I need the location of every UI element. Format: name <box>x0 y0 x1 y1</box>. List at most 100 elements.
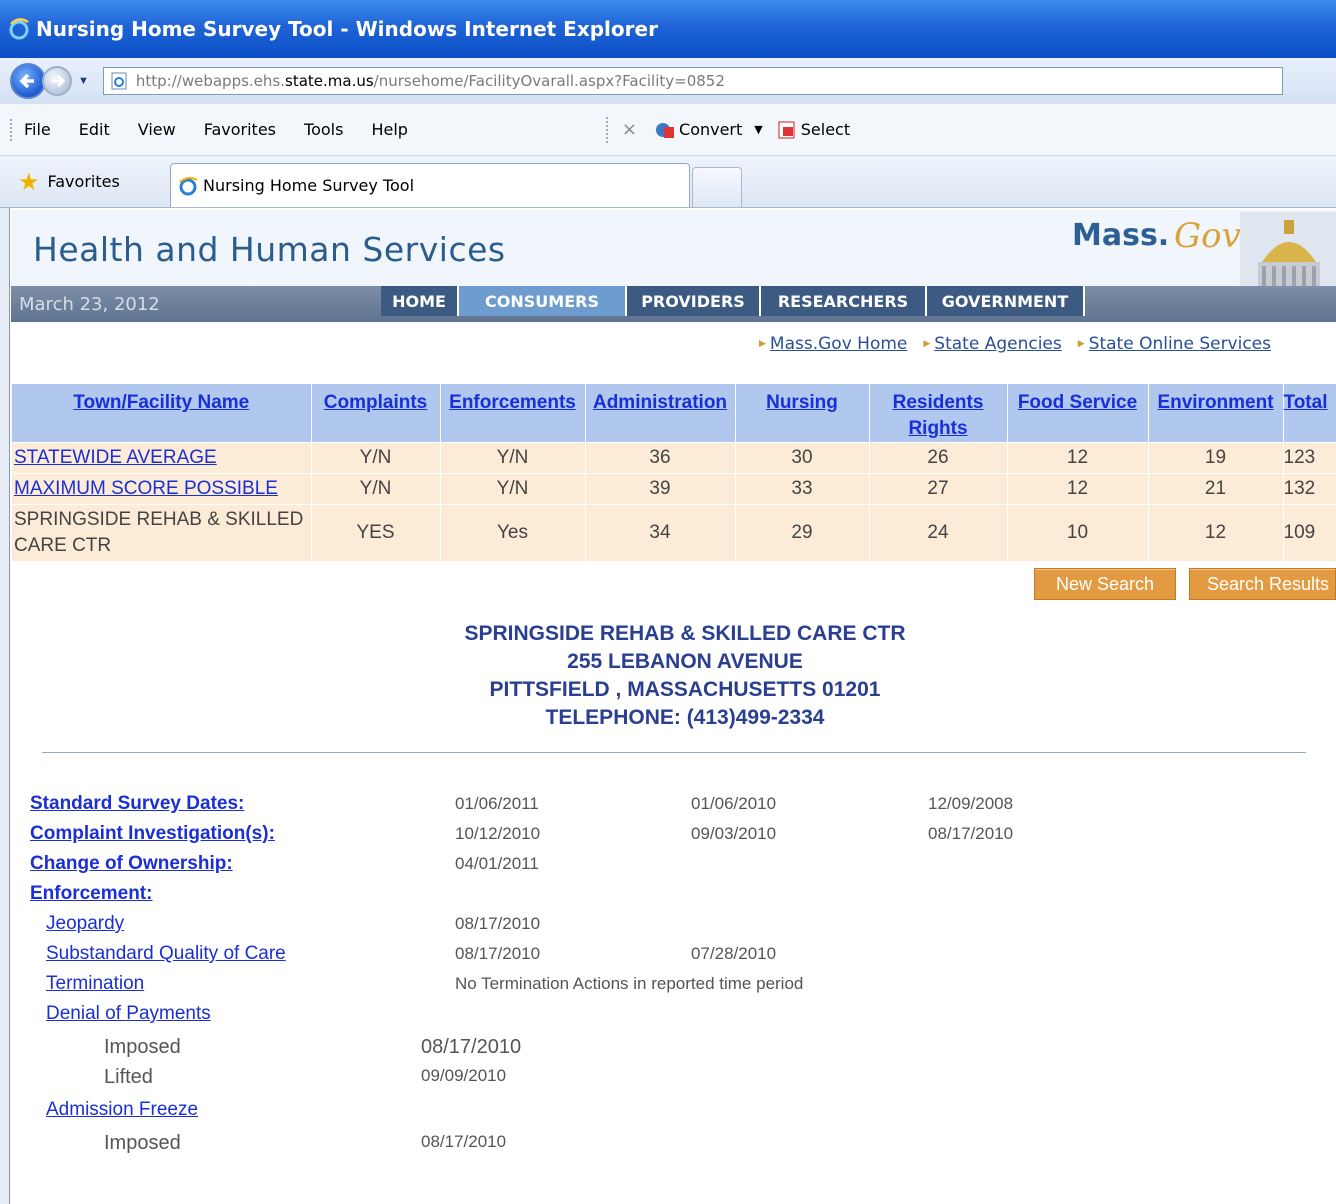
freeze-imposed-date: 08/17/2010 <box>421 1132 507 1151</box>
page-icon <box>111 72 127 90</box>
history-dropdown-icon[interactable]: ▼ <box>78 75 89 87</box>
menu-tools[interactable]: Tools <box>304 120 343 139</box>
nav-home[interactable]: HOME <box>381 286 459 316</box>
nav-providers[interactable]: PROVIDERS <box>627 286 761 316</box>
ie-logo-icon <box>179 176 198 195</box>
termination-text: No Termination Actions in reported time … <box>455 974 804 993</box>
change-of-ownership-link[interactable]: Change of Ownership: <box>30 853 233 875</box>
convert-label: Convert <box>679 120 743 139</box>
menu-favorites[interactable]: Favorites <box>204 120 276 139</box>
col-header-enforcements[interactable]: Enforcements <box>440 384 586 443</box>
substandard-care-link[interactable]: Substandard Quality of Care <box>46 943 286 965</box>
url-field[interactable]: http://webapps.ehs. state.ma.us/nursehome… <box>102 67 1283 95</box>
address-bar: ▼ http://webapps.ehs. state.ma.us/nurseho… <box>0 58 1336 104</box>
massgov-logo[interactable]: Mass. Gov <box>1072 212 1336 286</box>
link-state-agencies[interactable]: State Agencies <box>923 334 1061 358</box>
link-state-online-services[interactable]: State Online Services <box>1078 334 1271 358</box>
nursing-cell: 33 <box>735 473 870 505</box>
nursing-cell: 29 <box>735 504 870 561</box>
statewide-average-link[interactable]: STATEWIDE AVERAGE <box>14 447 217 468</box>
jeopardy-link[interactable]: Jeopardy <box>46 913 124 935</box>
back-button[interactable] <box>10 63 46 99</box>
menu-edit[interactable]: Edit <box>79 120 110 139</box>
table-row: STATEWIDE AVERAGE Y/N Y/N 36 30 26 12 19… <box>12 442 1336 474</box>
enforcements-cell: Yes <box>440 504 586 561</box>
maximum-score-link[interactable]: MAXIMUM SCORE POSSIBLE <box>14 478 278 499</box>
residents-rights-cell: 26 <box>869 442 1008 474</box>
col-header-environment[interactable]: Environment <box>1148 384 1284 443</box>
enforcements-cell: Y/N <box>440 473 586 505</box>
col-header-facility[interactable]: Town/Facility Name <box>12 384 312 443</box>
facility-cell: MAXIMUM SCORE POSSIBLE <box>12 473 312 505</box>
nav-government[interactable]: GOVERNMENT <box>927 286 1085 316</box>
favorites-button[interactable]: ★ Favorites <box>0 159 170 205</box>
admission-freeze-link[interactable]: Admission Freeze <box>46 1099 198 1121</box>
table-header-row: Town/Facility Name Complaints Enforcemen… <box>12 384 1336 443</box>
nav-consumers[interactable]: CONSUMERS <box>459 286 627 316</box>
imposed-label: Imposed <box>104 1036 181 1058</box>
facility-header: SPRINGSIDE REHAB & SKILLED CARE CTR 255 … <box>11 620 1336 732</box>
menu-bar: File Edit View Favorites Tools Help × Co… <box>0 104 1336 156</box>
ie-logo-icon <box>9 18 29 40</box>
environment-cell: 12 <box>1148 504 1284 561</box>
site-nav: March 23, 2012 HOME CONSUMERS PROVIDERS … <box>11 286 1336 322</box>
nursing-cell: 30 <box>735 442 870 474</box>
favorites-bar: ★ Favorites Nursing Home Survey Tool <box>0 156 1336 208</box>
col-header-administration[interactable]: Administration <box>585 384 736 443</box>
new-tab-button[interactable] <box>692 167 742 207</box>
food-service-cell: 12 <box>1007 442 1149 474</box>
imposed-label: Imposed <box>104 1132 181 1154</box>
window-title: Nursing Home Survey Tool - Windows Inter… <box>36 17 658 41</box>
col-header-residents-rights[interactable]: Residents Rights <box>869 384 1008 443</box>
forward-button[interactable] <box>42 66 72 96</box>
section-divider <box>42 752 1306 753</box>
select-pdf-icon <box>778 121 795 138</box>
menu-help[interactable]: Help <box>371 120 407 139</box>
total-cell: 109 <box>1283 504 1336 561</box>
environment-cell: 19 <box>1148 442 1284 474</box>
total-cell: 123 <box>1283 442 1336 474</box>
col-header-total[interactable]: Total <box>1283 384 1336 443</box>
complaints-cell: Y/N <box>311 442 441 474</box>
convert-button[interactable]: Convert <box>655 120 742 139</box>
substandard-date: 07/28/2010 <box>691 944 777 963</box>
select-label: Select <box>800 120 851 139</box>
nav-researchers[interactable]: RESEARCHERS <box>761 286 927 316</box>
link-massgov-home[interactable]: Mass.Gov Home <box>759 334 907 358</box>
facility-name: SPRINGSIDE REHAB & SKILLED CARE CTR <box>464 622 906 645</box>
substandard-date: 08/17/2010 <box>455 944 541 963</box>
search-results-button[interactable]: Search Results <box>1189 568 1336 600</box>
complaint-date: 08/17/2010 <box>928 824 1014 843</box>
new-search-button[interactable]: New Search <box>1034 568 1176 600</box>
current-date: March 23, 2012 <box>19 294 160 315</box>
browser-tab[interactable]: Nursing Home Survey Tool <box>170 163 690 207</box>
survey-date: 01/06/2011 <box>455 794 539 813</box>
select-button[interactable]: Select <box>777 120 850 139</box>
standard-survey-link[interactable]: Standard Survey Dates: <box>30 793 244 815</box>
menu-file[interactable]: File <box>24 120 51 139</box>
logo-gov-text: Gov <box>1174 216 1241 256</box>
complaint-date: 09/03/2010 <box>691 824 777 843</box>
menu-view[interactable]: View <box>138 120 176 139</box>
table-row: SPRINGSIDE REHAB & SKILLED CARE CTR YES … <box>12 504 1336 561</box>
total-cell: 132 <box>1283 473 1336 505</box>
favorites-label: Favorites <box>47 172 120 191</box>
toolbar-grip <box>10 118 12 141</box>
residents-rights-cell: 27 <box>869 473 1008 505</box>
facility-city: PITTSFIELD , MASSACHUSETTS 01201 <box>489 678 881 701</box>
enforcement-link[interactable]: Enforcement: <box>30 883 152 905</box>
close-icon[interactable]: × <box>622 119 637 140</box>
termination-link[interactable]: Termination <box>46 973 144 995</box>
complaint-investigation-link[interactable]: Complaint Investigation(s): <box>30 823 275 845</box>
col-header-food-service[interactable]: Food Service <box>1007 384 1149 443</box>
denial-lifted-date: 09/09/2010 <box>421 1066 507 1085</box>
col-header-nursing[interactable]: Nursing <box>735 384 870 443</box>
col-header-complaints[interactable]: Complaints <box>311 384 441 443</box>
site-banner: Health and Human Services Mass. Gov <box>11 210 1336 286</box>
denial-of-payments-link[interactable]: Denial of Payments <box>46 1003 211 1025</box>
url-suffix: /nursehome/FacilityOvarall.aspx?Facility… <box>373 72 725 90</box>
url-host: state.ma.us <box>285 72 374 90</box>
quick-links: Mass.Gov Home State Agencies State Onlin… <box>743 334 1336 358</box>
convert-dropdown-icon[interactable]: ▼ <box>754 123 762 136</box>
url-prefix: http://webapps.ehs. <box>135 72 285 90</box>
